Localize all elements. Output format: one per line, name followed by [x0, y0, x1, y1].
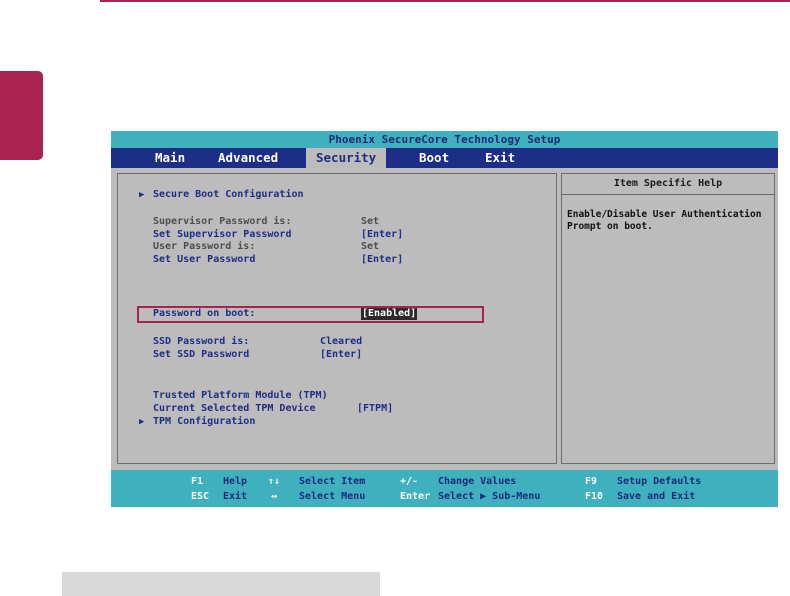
supervisor-password-status: Supervisor Password is: Set	[153, 216, 453, 228]
key-esc: ESC	[191, 491, 210, 502]
help-panel: Item Specific Help Enable/Disable User A…	[561, 173, 775, 464]
settings-panel: ▶ Secure Boot Configuration Supervisor Pa…	[117, 173, 557, 464]
menu-bar: Main Advanced Security Boot Exit	[111, 148, 778, 168]
key-f1: F1	[191, 476, 204, 487]
ssd-password-status-label: SSD Password is:	[153, 336, 250, 347]
user-password-status-value: Set	[361, 241, 380, 252]
key-plus-minus-desc: Change Values	[438, 476, 517, 487]
supervisor-password-status-label: Supervisor Password is:	[153, 216, 292, 227]
set-ssd-password-item[interactable]: Set SSD Password [Enter]	[153, 349, 453, 361]
set-supervisor-password-value: [Enter]	[361, 229, 404, 240]
key-arrows-updown: ↑↓	[268, 476, 281, 487]
tpm-device-value: [FTPM]	[357, 403, 394, 414]
secure-boot-label: Secure Boot Configuration	[153, 189, 304, 200]
set-user-password-value: [Enter]	[361, 254, 404, 265]
tpm-configuration-label: TPM Configuration	[153, 416, 256, 427]
bios-setup-screen: Phoenix SecureCore Technology Setup Main…	[111, 131, 778, 507]
key-f9-desc: Setup Defaults	[617, 476, 702, 487]
chapter-side-tab	[0, 71, 43, 160]
tpm-configuration-item[interactable]: ▶ TPM Configuration	[139, 416, 255, 428]
top-accent-rule	[100, 0, 790, 2]
key-enter-desc: Select ▶ Sub-Menu	[438, 491, 541, 502]
help-text: Enable/Disable User Authentication Promp…	[567, 209, 762, 232]
tab-main[interactable]: Main	[145, 148, 195, 168]
key-legend-bar: F1 Help ↑↓ Select Item +/- Change Values…	[111, 470, 778, 507]
tpm-device-label: Current Selected TPM Device	[153, 403, 316, 414]
tpm-device-item[interactable]: Current Selected TPM Device [FTPM]	[153, 403, 453, 415]
set-supervisor-password-label: Set Supervisor Password	[153, 229, 292, 240]
tpm-heading-label: Trusted Platform Module (TPM)	[153, 390, 328, 401]
tab-advanced[interactable]: Advanced	[208, 148, 288, 168]
password-on-boot-item[interactable]: Password on boot: [Enabled]	[153, 308, 453, 320]
set-ssd-password-label: Set SSD Password	[153, 349, 250, 360]
password-on-boot-label: Password on boot:	[153, 308, 256, 319]
key-f10-desc: Save and Exit	[617, 491, 696, 502]
help-header: Item Specific Help	[562, 174, 774, 195]
supervisor-password-status-value: Set	[361, 216, 380, 227]
ssd-password-status: SSD Password is: Cleared	[153, 336, 453, 348]
set-user-password-label: Set User Password	[153, 254, 256, 265]
set-ssd-password-value: [Enter]	[320, 349, 363, 360]
submenu-arrow-icon: ▶	[139, 417, 145, 427]
key-arrows-leftright-desc: Select Menu	[299, 491, 366, 502]
key-arrows-updown-desc: Select Item	[299, 476, 366, 487]
tab-exit[interactable]: Exit	[475, 148, 525, 168]
caption-bar	[62, 572, 380, 596]
user-password-status-label: User Password is:	[153, 241, 256, 252]
set-supervisor-password-item[interactable]: Set Supervisor Password [Enter]	[153, 229, 453, 241]
bios-title: Phoenix SecureCore Technology Setup	[111, 131, 778, 148]
submenu-arrow-icon: ▶	[139, 190, 145, 200]
tab-security[interactable]: Security	[306, 148, 387, 168]
ssd-password-status-value: Cleared	[320, 336, 363, 347]
key-plus-minus: +/-	[400, 476, 419, 487]
secure-boot-item[interactable]: ▶ Secure Boot Configuration	[139, 189, 304, 201]
key-f1-desc: Help	[223, 476, 248, 487]
tab-boot[interactable]: Boot	[409, 148, 459, 168]
key-f10: F10	[585, 491, 604, 502]
key-esc-desc: Exit	[223, 491, 248, 502]
key-f9: F9	[585, 476, 598, 487]
password-on-boot-value[interactable]: [Enabled]	[361, 308, 418, 320]
key-enter: Enter	[400, 491, 431, 502]
set-user-password-item[interactable]: Set User Password [Enter]	[153, 254, 453, 266]
user-password-status: User Password is: Set	[153, 241, 453, 253]
tpm-heading: Trusted Platform Module (TPM)	[153, 390, 328, 402]
key-arrows-leftright: ↔	[271, 491, 278, 502]
